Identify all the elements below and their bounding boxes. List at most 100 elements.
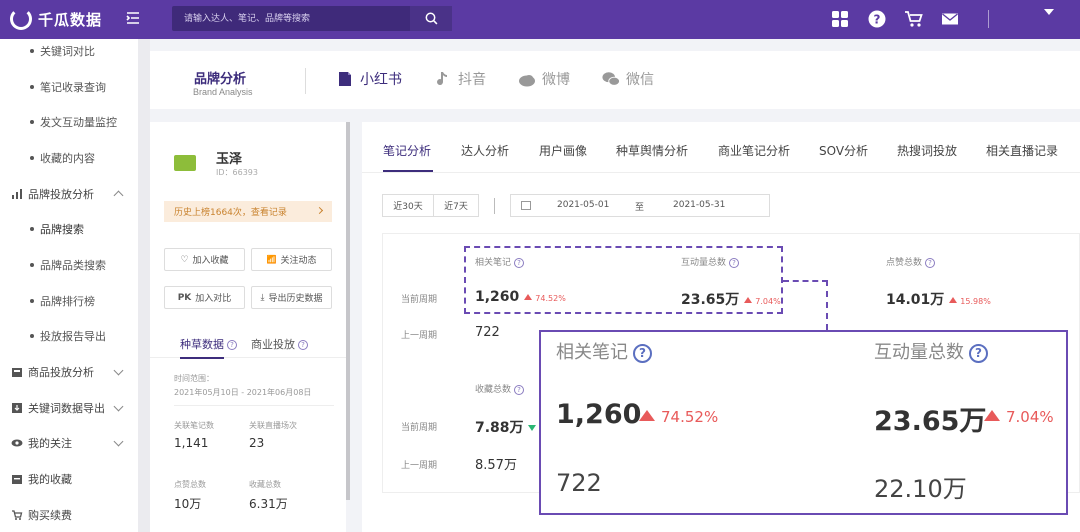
profile-tabs: 种草数据? 商业投放? bbox=[150, 328, 346, 359]
sidebar-item-report-export[interactable]: 投放报告导出 bbox=[0, 326, 138, 346]
zoom-change-interactions: 7.04% bbox=[984, 408, 1054, 426]
stat-value: 10万 bbox=[174, 497, 202, 511]
range-30d-button[interactable]: 近30天 bbox=[382, 194, 434, 217]
active-tab-indicator bbox=[180, 357, 224, 359]
weibo-icon bbox=[519, 75, 535, 87]
goods-icon bbox=[12, 368, 22, 377]
callout-connector bbox=[783, 280, 828, 282]
zoom-value-interactions: 23.65万 bbox=[874, 406, 987, 437]
date-range-picker[interactable]: 2021-05-01 至 2021-05-31 bbox=[510, 194, 770, 217]
sidebar-scrollbar[interactable] bbox=[138, 39, 150, 532]
tab-kol-analysis[interactable]: 达人分析 bbox=[461, 142, 509, 159]
chevron-down-icon bbox=[113, 436, 124, 447]
stat-label: 点赞总数 bbox=[174, 480, 206, 489]
apps-grid-icon[interactable] bbox=[831, 10, 849, 28]
brand-profile-panel: 玉泽 ID：66393 历史上榜1664次，查看记录 ♡ 加入收藏 📶 关注动态 P… bbox=[150, 122, 346, 532]
user-menu-caret-icon[interactable] bbox=[1044, 9, 1054, 15]
wechat-icon bbox=[602, 72, 620, 86]
stat-value: 23 bbox=[249, 436, 265, 450]
sidebar-item-note-index-query[interactable]: 笔记收录查询 bbox=[0, 77, 138, 97]
zoom-prev-notes: 722 bbox=[556, 469, 602, 497]
export-icon bbox=[12, 403, 22, 413]
platform-tab-douyin[interactable]: 抖音 bbox=[434, 69, 486, 89]
tab-commercial[interactable]: 商业投放? bbox=[251, 336, 308, 352]
metric-prev-collects: 8.57万 bbox=[475, 458, 517, 473]
pk-icon: PK bbox=[177, 292, 192, 303]
book-icon bbox=[339, 72, 351, 86]
trend-icon: 📶 bbox=[266, 255, 277, 264]
top-bar: 千瓜数据 ? bbox=[0, 0, 1080, 39]
sidebar-item-brand-analysis[interactable]: 品牌投放分析 bbox=[0, 184, 138, 204]
sidebar-item-interaction-monitor[interactable]: 发文互动量监控 bbox=[0, 112, 138, 132]
up-arrow-icon bbox=[639, 410, 655, 421]
help-icon: ? bbox=[969, 344, 988, 363]
stat-label: 收藏总数 bbox=[249, 480, 281, 489]
sidebar-item-keyword-compare[interactable]: 关键词对比 bbox=[0, 41, 138, 61]
profile-scrollbar[interactable] bbox=[346, 122, 350, 500]
sidebar-item-my-follows[interactable]: 我的关注 bbox=[0, 433, 138, 453]
sidebar-item-my-collections[interactable]: 我的收藏 bbox=[0, 469, 138, 489]
cart-icon[interactable] bbox=[904, 10, 923, 28]
brand-name: 玉泽 bbox=[216, 152, 243, 167]
divider bbox=[174, 405, 334, 406]
search-button[interactable] bbox=[410, 6, 452, 31]
date-to: 2021-05-31 bbox=[673, 200, 726, 210]
zoom-change-notes: 74.52% bbox=[639, 408, 718, 426]
sidebar-item-brand-ranking[interactable]: 品牌排行榜 bbox=[0, 291, 138, 311]
range-7d-button[interactable]: 近7天 bbox=[433, 194, 479, 217]
tab-sentiment[interactable]: 种草舆情分析 bbox=[616, 142, 688, 159]
logo[interactable]: 千瓜数据 bbox=[10, 8, 102, 30]
help-icon[interactable]: ? bbox=[868, 10, 886, 28]
menu-toggle-icon[interactable] bbox=[126, 11, 140, 25]
page-title: 品牌分析 bbox=[194, 72, 247, 87]
folder-icon bbox=[12, 475, 22, 484]
help-icon[interactable]: ? bbox=[925, 257, 936, 268]
add-compare-button[interactable]: PK 加入对比 bbox=[164, 286, 245, 309]
sidebar-item-saved-content[interactable]: 收藏的内容 bbox=[0, 148, 138, 168]
sidebar-item-brand-search[interactable]: 品牌搜索 bbox=[0, 219, 138, 239]
sidebar: 关键词对比 笔记收录查询 发文互动量监控 收藏的内容 品牌投放分析 品牌搜索 品… bbox=[0, 39, 138, 532]
date-from: 2021-05-01 bbox=[557, 200, 610, 210]
sidebar-item-goods-analysis[interactable]: 商品投放分析 bbox=[0, 362, 138, 382]
help-icon: ? bbox=[633, 344, 652, 363]
tab-hot-search[interactable]: 热搜词投放 bbox=[897, 142, 957, 159]
divider bbox=[362, 172, 1080, 173]
sidebar-item-keyword-export[interactable]: 关键词数据导出 bbox=[0, 398, 138, 418]
tab-commercial-notes[interactable]: 商业笔记分析 bbox=[718, 142, 790, 159]
eye-icon bbox=[11, 439, 23, 447]
export-history-button[interactable]: ⤓ 导出历史数据 bbox=[251, 286, 332, 309]
search-input[interactable] bbox=[172, 6, 410, 31]
add-favorite-button[interactable]: ♡ 加入收藏 bbox=[164, 248, 245, 271]
cart-icon bbox=[12, 510, 23, 520]
platform-tab-wechat[interactable]: 微信 bbox=[602, 69, 654, 89]
history-ranking-badge[interactable]: 历史上榜1664次，查看记录 bbox=[164, 201, 332, 222]
callout-connector bbox=[826, 280, 828, 330]
tab-note-analysis[interactable]: 笔记分析 bbox=[383, 142, 431, 159]
row-label-previous: 上一周期 bbox=[401, 331, 438, 341]
stat-value: 1,141 bbox=[174, 436, 209, 450]
logo-text: 千瓜数据 bbox=[38, 10, 103, 29]
up-arrow-icon bbox=[949, 297, 958, 303]
highlight-dashed-box bbox=[464, 246, 783, 314]
chevron-down-icon bbox=[113, 365, 124, 376]
sidebar-item-purchase-renew[interactable]: 购买续费 bbox=[0, 505, 138, 525]
tab-live-records[interactable]: 相关直播记录 bbox=[986, 142, 1058, 159]
metric-title-likes: 点赞总数? bbox=[886, 255, 936, 268]
heart-icon: ♡ bbox=[180, 254, 189, 265]
mail-icon[interactable] bbox=[941, 10, 959, 28]
follow-updates-button[interactable]: 📶 关注动态 bbox=[251, 248, 332, 271]
tab-sov[interactable]: SOV分析 bbox=[819, 142, 868, 159]
help-icon[interactable]: ? bbox=[514, 384, 525, 395]
help-icon[interactable]: ? bbox=[298, 340, 308, 350]
brand-avatar bbox=[174, 155, 196, 171]
sidebar-item-brand-category-search[interactable]: 品牌品类搜索 bbox=[0, 255, 138, 275]
tab-user-profile[interactable]: 用户画像 bbox=[539, 142, 587, 159]
logo-icon bbox=[10, 8, 32, 30]
tab-seeding-data[interactable]: 种草数据? bbox=[180, 336, 237, 352]
up-arrow-icon bbox=[984, 410, 1000, 421]
help-icon[interactable]: ? bbox=[227, 340, 237, 350]
platform-tab-weibo[interactable]: 微博 bbox=[518, 69, 570, 89]
metric-value-collects: 7.88万 bbox=[475, 417, 537, 437]
chevron-right-icon bbox=[315, 206, 324, 215]
platform-tab-xiaohongshu[interactable]: 小红书 bbox=[336, 69, 402, 89]
